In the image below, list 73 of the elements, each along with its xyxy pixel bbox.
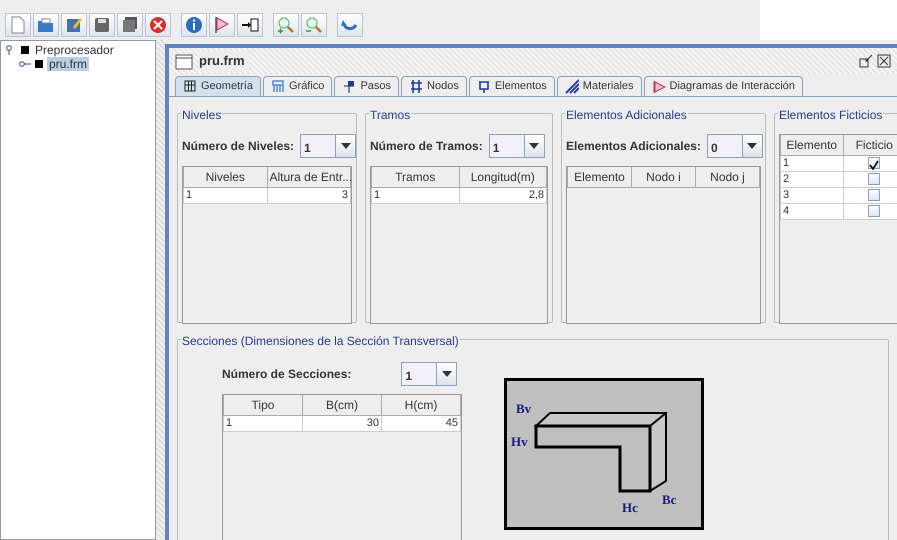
column-header[interactable]: Altura de Entr... bbox=[267, 166, 350, 187]
tree-handle-icon bbox=[19, 59, 31, 69]
table-cell: 30 bbox=[302, 415, 382, 431]
field-label: Elementos Adicionales: bbox=[566, 138, 701, 154]
table-cell: 1 bbox=[184, 187, 267, 203]
checkbox[interactable] bbox=[868, 188, 880, 201]
checkbox[interactable] bbox=[868, 156, 880, 169]
column-header[interactable]: Niveles bbox=[184, 166, 267, 187]
tab[interactable]: Elementos bbox=[468, 76, 555, 96]
checkbox[interactable] bbox=[868, 204, 880, 217]
column-header[interactable]: Elemento bbox=[568, 166, 632, 187]
column-header[interactable]: Tipo bbox=[224, 394, 302, 415]
count-dropdown[interactable]: 0 bbox=[706, 134, 763, 158]
field-label: Número de Niveles: bbox=[182, 138, 294, 154]
column-header[interactable]: Nodo i bbox=[632, 166, 696, 187]
table-cell: 2,8 bbox=[459, 187, 546, 203]
caret-icon bbox=[529, 142, 540, 148]
column-header[interactable]: Ficticio bbox=[843, 134, 897, 155]
restore-icon bbox=[859, 54, 873, 68]
node-icon bbox=[21, 46, 29, 54]
edit-icon bbox=[64, 15, 84, 35]
table-cell: 1 bbox=[372, 187, 459, 203]
table-cell: 1 bbox=[224, 415, 302, 431]
info-icon bbox=[184, 15, 204, 35]
tab[interactable]: Geometría bbox=[175, 76, 261, 96]
tab[interactable]: Materiales bbox=[556, 76, 642, 96]
grid-icon bbox=[183, 78, 197, 94]
zoom-in-icon bbox=[276, 15, 296, 35]
toolbar-button[interactable] bbox=[237, 13, 263, 37]
flag-icon bbox=[652, 78, 666, 94]
hash-icon bbox=[409, 78, 424, 94]
table-cell: 2 bbox=[780, 171, 843, 187]
close-icon bbox=[148, 15, 168, 35]
caret-icon bbox=[747, 142, 758, 148]
zoom-out-icon bbox=[304, 15, 324, 35]
table-cell: 4 bbox=[780, 203, 843, 219]
checkbox[interactable] bbox=[868, 172, 880, 185]
table-cell: 1 bbox=[780, 155, 843, 171]
field-label: Número de Tramos: bbox=[370, 138, 483, 154]
flag-icon bbox=[342, 78, 356, 94]
toolbar-button[interactable] bbox=[209, 13, 235, 37]
caret-icon bbox=[442, 370, 452, 376]
tab[interactable]: Nodos bbox=[401, 76, 467, 96]
table-cell: 3 bbox=[267, 187, 350, 203]
count-dropdown[interactable]: 1 bbox=[488, 134, 545, 158]
count-dropdown[interactable]: 1 bbox=[300, 134, 356, 158]
column-header[interactable]: H(cm) bbox=[382, 394, 460, 415]
dimension-label: Bv bbox=[516, 400, 532, 416]
tab[interactable]: Pasos bbox=[334, 76, 400, 96]
tab[interactable]: Diagramas de Interacción bbox=[644, 76, 803, 96]
caret-icon bbox=[340, 142, 351, 148]
column-header[interactable]: Longitud(m) bbox=[459, 166, 546, 187]
frame-title: pru.frm bbox=[199, 51, 248, 71]
count-dropdown[interactable]: 1 bbox=[401, 362, 458, 386]
dimension-label: Hc bbox=[622, 500, 638, 514]
tree-item[interactable]: Preprocesador bbox=[33, 43, 116, 57]
table-cell: 45 bbox=[382, 415, 460, 431]
node-icon bbox=[35, 60, 43, 68]
column-header[interactable]: Elemento bbox=[780, 134, 843, 155]
disks-icon bbox=[120, 15, 140, 35]
column-header[interactable]: Nodo j bbox=[696, 166, 760, 187]
dimension-label: Hv bbox=[511, 434, 528, 448]
tab[interactable]: Gráfico bbox=[262, 76, 332, 96]
close-icon bbox=[877, 54, 891, 68]
column-header[interactable]: Tramos bbox=[372, 166, 459, 187]
tree-item[interactable]: pru.frm bbox=[47, 57, 90, 71]
toolbar-button[interactable] bbox=[117, 13, 143, 37]
field-label: Número de Secciones: bbox=[222, 366, 352, 382]
hatch-icon bbox=[564, 78, 579, 94]
dimension-label: Bc bbox=[662, 492, 676, 506]
element-icon bbox=[476, 78, 491, 94]
column-header[interactable]: B(cm) bbox=[302, 394, 382, 415]
table-cell: 3 bbox=[780, 187, 843, 203]
